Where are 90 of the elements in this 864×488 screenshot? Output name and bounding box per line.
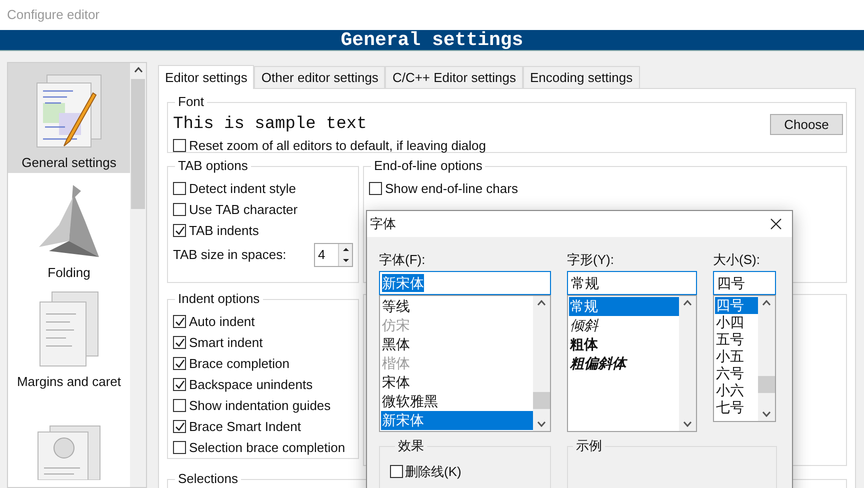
checkbox-label: Brace completion	[189, 354, 290, 373]
list-item[interactable]: 七号	[715, 399, 758, 416]
checkbox-label: Use TAB character	[189, 200, 298, 219]
checkbox-label: Show end-of-line chars	[385, 180, 518, 198]
scroll-up-icon[interactable]	[537, 300, 546, 306]
list-item[interactable]: 小五	[715, 348, 758, 365]
scroll-thumb[interactable]	[533, 392, 550, 409]
group-title: 示例	[576, 438, 602, 453]
font-field[interactable]: 新宋体	[379, 271, 551, 295]
scrollbar[interactable]	[130, 63, 146, 487]
checkbox[interactable]	[173, 420, 186, 433]
checkbox-label: Smart indent	[189, 334, 263, 352]
sidebar-item[interactable]: Margins and caret	[8, 282, 130, 392]
checkbox-label: Brace Smart Indent	[189, 418, 301, 436]
checkbox-label: 删除线(K)	[405, 463, 462, 481]
window-title: Configure editor	[7, 6, 100, 24]
scroll-up-icon[interactable]	[683, 300, 692, 306]
scrollbar[interactable]	[679, 296, 696, 431]
font-sample: This is sample text	[173, 114, 367, 134]
scroll-down-icon[interactable]	[537, 421, 546, 427]
close-icon[interactable]	[770, 218, 782, 230]
checkbox[interactable]	[173, 182, 186, 195]
list-item[interactable]: 六号	[715, 365, 758, 382]
group-title: 效果	[398, 438, 424, 453]
list-item[interactable]: 倾斜	[569, 316, 679, 335]
list-item[interactable]: 粗体	[569, 335, 679, 354]
list-item[interactable]: 粗偏斜体	[569, 354, 679, 373]
group-title: Indent options	[178, 291, 260, 306]
size-field[interactable]: 四号	[713, 271, 776, 295]
list-item[interactable]: 黑体	[381, 335, 533, 354]
list-item[interactable]: 新宋体	[381, 411, 533, 430]
font-list[interactable]: 等线 仿宋 黑体 楷体 宋体 微软雅黑 新宋体	[379, 295, 551, 432]
checkbox[interactable]	[173, 224, 186, 237]
sidebar-label: General settings	[22, 154, 116, 172]
field-label: 字体(F):	[379, 251, 426, 269]
group-title: Font	[178, 94, 204, 109]
scroll-up-icon[interactable]	[762, 300, 771, 306]
checkbox-label: Selection brace completion	[189, 438, 346, 457]
scroll-up-icon[interactable]	[134, 67, 142, 73]
group-title: End-of-line options	[374, 158, 482, 173]
style-field[interactable]: 常规	[567, 271, 697, 295]
scrollbar[interactable]	[533, 296, 550, 431]
checkbox[interactable]	[173, 203, 186, 216]
checkbox[interactable]	[173, 315, 186, 328]
sidebar-label: Margins and caret	[16, 373, 122, 391]
scroll-thumb[interactable]	[758, 376, 775, 393]
list-item[interactable]: 等线	[381, 297, 533, 316]
checkbox-label: Backspace unindents	[189, 376, 313, 394]
dialog-title: 字体	[370, 215, 396, 234]
page-header: General settings	[340, 28, 524, 53]
group-title: Selections	[178, 471, 238, 486]
sidebar-label: Folding	[48, 264, 90, 282]
checkbox[interactable]	[369, 182, 382, 195]
sidebar-item[interactable]: Folding	[8, 172, 130, 282]
list-item[interactable]: 宋体	[381, 373, 533, 392]
list-item[interactable]: 常规	[569, 297, 679, 316]
scroll-down-icon[interactable]	[683, 421, 692, 427]
list-item[interactable]: 四号	[715, 297, 758, 314]
tab[interactable]: Other editor settings	[254, 66, 386, 88]
tab[interactable]: Editor settings	[158, 65, 254, 89]
field-label: 字形(Y):	[567, 251, 615, 269]
tab[interactable]: Encoding settings	[523, 66, 640, 88]
checkbox[interactable]	[173, 357, 186, 370]
sidebar-item[interactable]: General settings	[8, 63, 130, 172]
checkbox[interactable]	[173, 441, 186, 454]
font-list[interactable]: 常规 倾斜 粗体 粗偏斜体	[567, 295, 697, 432]
checkbox[interactable]	[173, 399, 186, 412]
list-item[interactable]: 小四	[715, 314, 758, 331]
checkbox-label: Detect indent style	[189, 180, 296, 198]
checkbox-label: Reset zoom of all editors to default, if leaving dialog	[189, 136, 486, 155]
group-title: TAB options	[178, 158, 248, 173]
scroll-thumb[interactable]	[131, 79, 145, 209]
list-item[interactable]: 五号	[715, 331, 758, 348]
font-list[interactable]: 四号 小四 五号 小五 六号 小六 七号	[713, 295, 776, 422]
checkbox-label: TAB indents	[189, 222, 259, 240]
field-label: 大小(S):	[713, 251, 761, 269]
tab-size-label: TAB size in spaces:	[173, 246, 286, 264]
tab-size-spinner[interactable]: 4	[314, 243, 353, 267]
checkbox[interactable]	[390, 465, 403, 478]
scroll-down-icon[interactable]	[762, 411, 771, 417]
tab[interactable]: C/C++ Editor settings	[385, 66, 523, 88]
choose-button[interactable]: Choose	[770, 114, 843, 135]
list-item[interactable]: 小六	[715, 382, 758, 399]
list-item[interactable]: 微软雅黑	[381, 392, 533, 411]
checkbox[interactable]	[173, 378, 186, 391]
checkbox-label: Show indentation guides	[189, 396, 331, 415]
checkbox[interactable]	[173, 336, 186, 349]
checkbox[interactable]	[173, 139, 186, 152]
scrollbar[interactable]	[758, 296, 775, 421]
checkbox-label: Auto indent	[189, 312, 255, 331]
